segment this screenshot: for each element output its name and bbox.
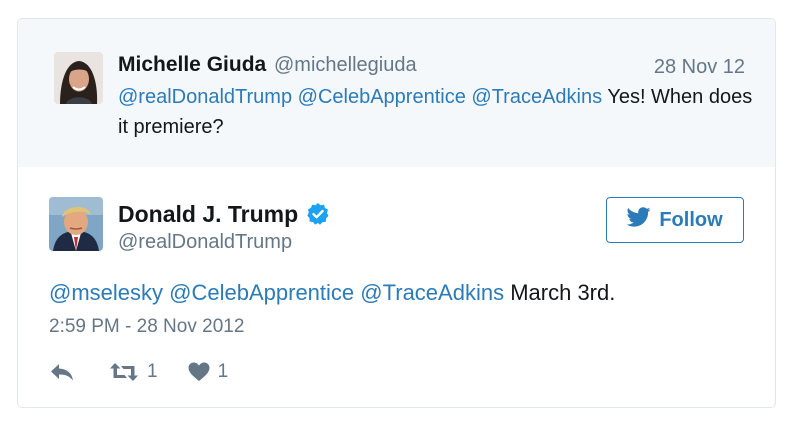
- mention-link[interactable]: @TraceAdkins: [471, 86, 602, 108]
- quoted-tweet-text: @realDonaldTrump @CelebApprentice @Trace…: [118, 82, 758, 142]
- reply-icon: [49, 362, 75, 382]
- retweet-icon: [109, 362, 139, 382]
- tweet-body: March 3rd.: [510, 280, 616, 305]
- mention-link[interactable]: @mselesky: [49, 280, 163, 305]
- retweet-button[interactable]: 1: [109, 361, 158, 383]
- tweet-actions: 1 1: [49, 359, 228, 385]
- tweet-text: @mselesky @CelebApprentice @TraceAdkins …: [49, 278, 615, 308]
- mention-link[interactable]: @TraceAdkins: [360, 280, 504, 305]
- twitter-bird-icon: [626, 207, 651, 233]
- follow-button-label: Follow: [659, 208, 723, 231]
- author-name-text[interactable]: Donald J. Trump: [118, 199, 298, 229]
- mention-link[interactable]: @realDonaldTrump: [118, 86, 292, 108]
- mention-link[interactable]: @CelebApprentice: [298, 86, 466, 108]
- quoted-tweet[interactable]: Michelle Giuda @michellegiuda 28 Nov 12 …: [18, 19, 775, 167]
- follow-button[interactable]: Follow: [606, 197, 744, 243]
- like-count: 1: [217, 361, 229, 382]
- quoted-date[interactable]: 28 Nov 12: [654, 54, 745, 80]
- like-button[interactable]: 1: [188, 361, 229, 383]
- author-name[interactable]: Donald J. Trump: [118, 199, 330, 229]
- quoted-author-handle[interactable]: @michellegiuda: [274, 52, 417, 78]
- author-avatar[interactable]: [49, 197, 103, 251]
- quoted-author-name[interactable]: Michelle Giuda: [118, 52, 266, 78]
- heart-icon: [188, 362, 210, 382]
- verified-badge-icon: [306, 202, 330, 226]
- tweet-card: Michelle Giuda @michellegiuda 28 Nov 12 …: [17, 18, 776, 408]
- quoted-avatar[interactable]: [54, 52, 103, 104]
- tweet-timestamp[interactable]: 2:59 PM - 28 Nov 2012: [49, 315, 244, 339]
- reply-button[interactable]: [49, 362, 75, 382]
- author-handle[interactable]: @realDonaldTrump: [118, 229, 292, 255]
- retweet-count: 1: [147, 361, 158, 382]
- mention-link[interactable]: @CelebApprentice: [169, 280, 354, 305]
